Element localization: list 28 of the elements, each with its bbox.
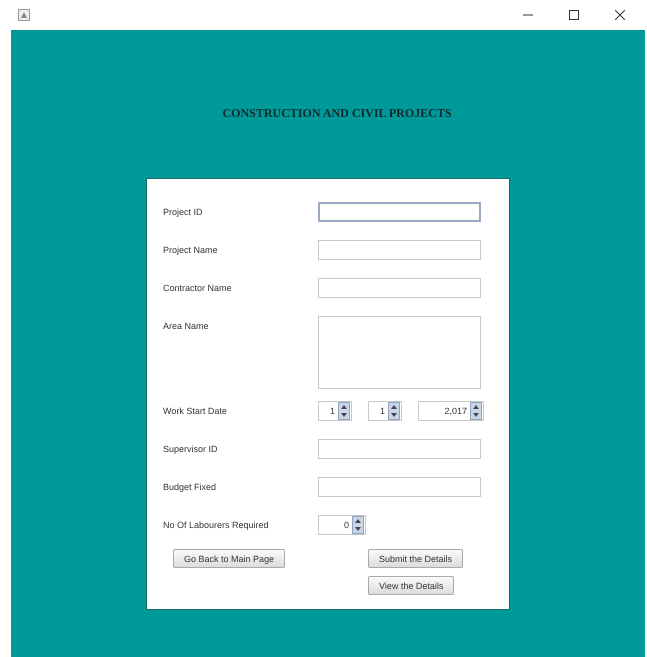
- text-field[interactable]: [318, 240, 481, 260]
- number-spinner[interactable]: 1: [318, 401, 352, 421]
- field-label: Supervisor ID: [163, 443, 219, 456]
- field-label: Project Name: [163, 244, 219, 257]
- text-field[interactable]: [318, 278, 481, 298]
- action-button[interactable]: Submit the Details: [368, 549, 464, 568]
- field-label: Project ID: [163, 206, 204, 219]
- spinner-arrows-icon[interactable]: [338, 402, 350, 420]
- field-label: Contractor Name: [163, 282, 233, 295]
- field-label: Budget Fixed: [163, 481, 218, 494]
- number-spinner[interactable]: 0: [318, 515, 366, 535]
- text-field[interactable]: [318, 477, 481, 497]
- maximize-icon[interactable]: [569, 10, 579, 20]
- close-icon[interactable]: [615, 10, 625, 20]
- field-label: Work Start Date: [163, 405, 228, 418]
- text-field[interactable]: [318, 202, 481, 222]
- page-heading: CONSTRUCTION AND CIVIL PROJECTS: [221, 106, 453, 120]
- field-label: No Of Labourers Required: [163, 519, 270, 532]
- spinner-arrows-icon[interactable]: [352, 516, 364, 534]
- spinner-arrows-icon[interactable]: [388, 402, 400, 420]
- spinner-arrows-icon[interactable]: [470, 402, 482, 420]
- go-back-button[interactable]: Go Back to Main Page: [173, 549, 286, 568]
- app-icon: [18, 9, 30, 21]
- action-button[interactable]: View the Details: [368, 576, 454, 595]
- number-spinner[interactable]: 2,017: [418, 401, 484, 421]
- text-field[interactable]: [318, 439, 481, 459]
- number-spinner[interactable]: 1: [368, 401, 402, 421]
- field-label: Area Name: [163, 320, 210, 333]
